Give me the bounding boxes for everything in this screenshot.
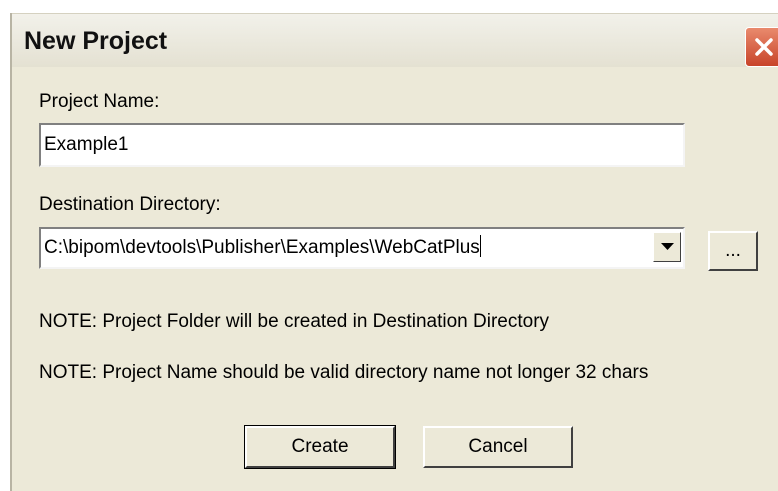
text-caret	[479, 235, 481, 257]
cancel-button[interactable]: Cancel	[423, 426, 573, 468]
destination-directory-label: Destination Directory:	[39, 194, 221, 215]
project-name-label: Project Name:	[39, 91, 160, 112]
new-project-dialog: New Project Project Name: Destination Di…	[0, 0, 778, 491]
destination-dropdown-button[interactable]	[653, 232, 681, 262]
window-title: New Project	[24, 27, 168, 55]
window-left-border	[10, 13, 12, 491]
project-name-input[interactable]	[41, 125, 683, 165]
note-folder-text: NOTE: Project Folder will be created in …	[39, 311, 550, 332]
note-name-text: NOTE: Project Name should be valid direc…	[39, 362, 649, 383]
background-top	[0, 0, 778, 13]
close-button[interactable]	[745, 27, 778, 67]
destination-directory-combobox[interactable]: C:\bipom\devtools\Publisher\Examples\Web…	[39, 227, 685, 269]
chevron-down-icon	[661, 243, 674, 250]
create-button[interactable]: Create	[244, 425, 396, 469]
title-bar[interactable]: New Project	[12, 13, 778, 67]
close-icon	[755, 38, 773, 56]
project-name-field[interactable]	[39, 123, 685, 167]
destination-directory-value[interactable]: C:\bipom\devtools\Publisher\Examples\Web…	[44, 235, 481, 260]
browse-button[interactable]: ...	[708, 231, 758, 271]
